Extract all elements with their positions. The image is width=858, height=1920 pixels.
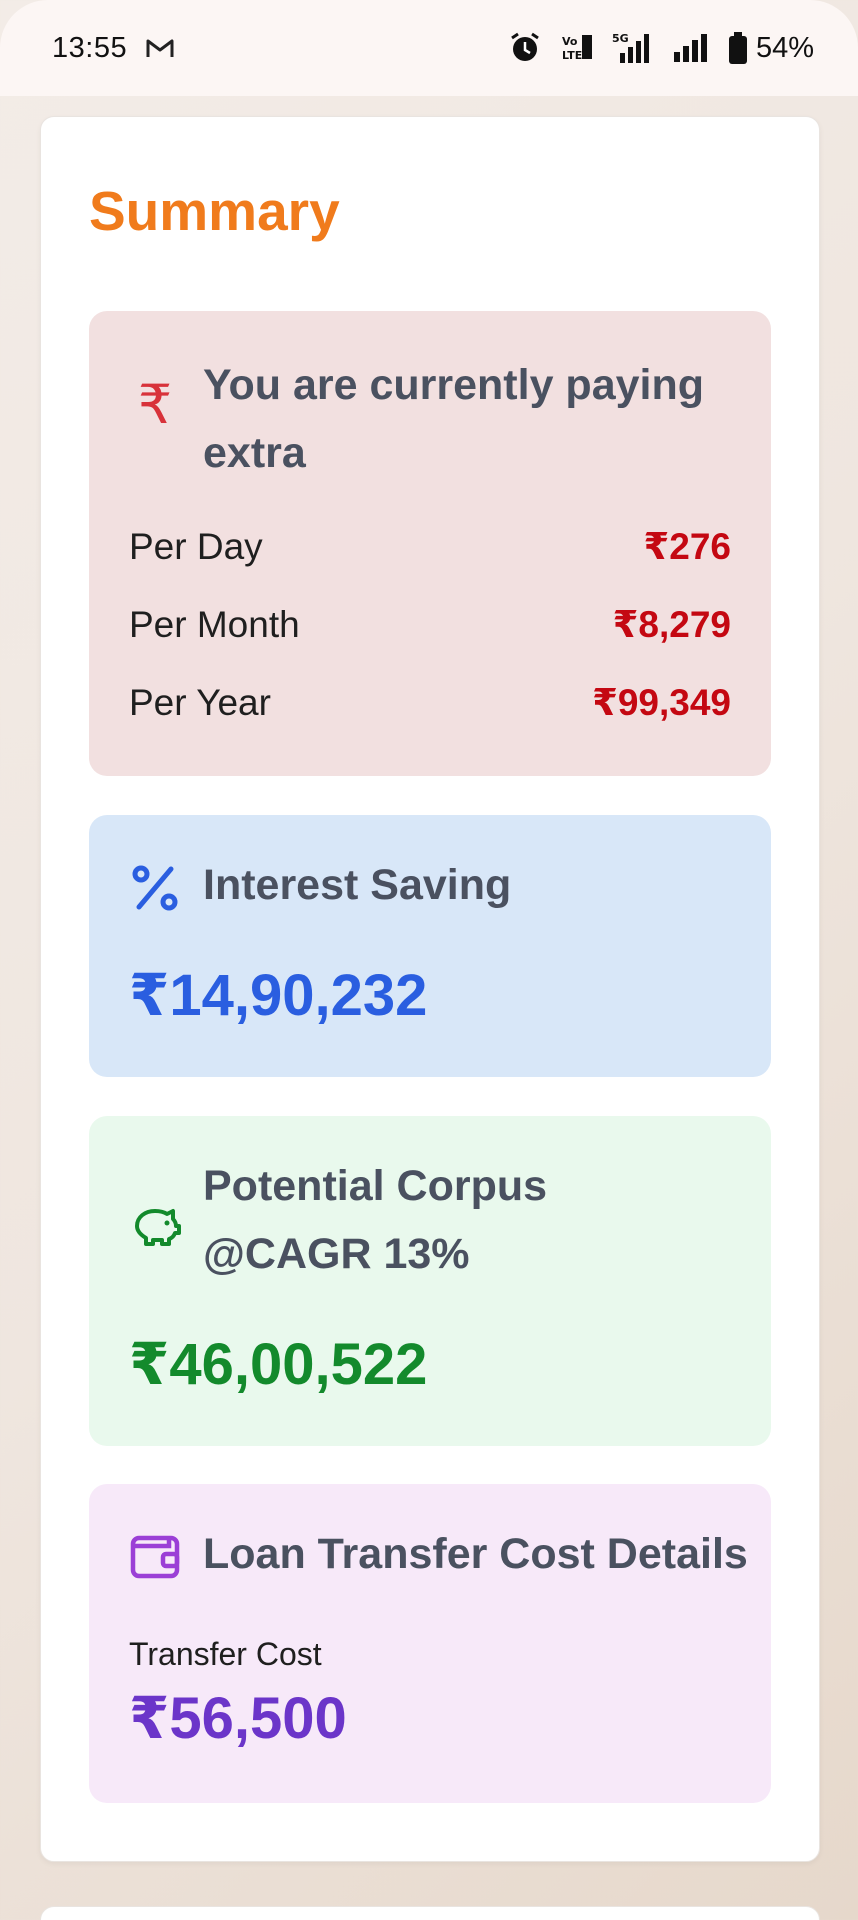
percent-icon	[129, 863, 181, 913]
transfer-cost-label: Transfer Cost	[129, 1636, 322, 1672]
extra-payment-heading: You are currently paying extra	[203, 361, 705, 477]
alarm-icon	[508, 31, 542, 65]
transfer-cost-amount: ₹56,500	[129, 1686, 347, 1751]
transfer-cost-panel: Loan Transfer Cost Details Transfer Cost…	[89, 1484, 771, 1803]
page-title: Summary	[89, 180, 340, 242]
transfer-cost-heading: Loan Transfer Cost Details	[203, 1530, 748, 1578]
battery-icon	[728, 32, 748, 64]
rupee-icon: ₹	[137, 375, 173, 435]
list-item: Per Day ₹276	[129, 525, 731, 568]
summary-card: Summary ₹ You are currently paying extra…	[40, 116, 820, 1862]
battery-percent: 54%	[755, 31, 814, 64]
signal-icon	[672, 32, 710, 64]
list-item: Per Year ₹99,349	[129, 681, 731, 724]
potential-corpus-amount: ₹46,00,522	[129, 1332, 428, 1397]
row-value: ₹99,349	[592, 682, 731, 723]
row-label: Per Month	[129, 603, 300, 645]
status-bar: 13:55 Vo LTE 5G 54%	[0, 0, 858, 96]
svg-text:LTE: LTE	[562, 49, 582, 62]
svg-text:Vo: Vo	[562, 35, 578, 48]
volte-icon: Vo LTE	[560, 33, 594, 63]
interest-saving-amount: ₹14,90,232	[129, 963, 428, 1028]
5g-signal-icon: 5G	[612, 31, 654, 65]
extra-payment-panel: ₹ You are currently paying extra Per Day…	[89, 311, 771, 776]
piggy-bank-icon	[129, 1204, 181, 1248]
potential-corpus-panel: Potential Corpus @CAGR 13% ₹46,00,522	[89, 1116, 771, 1446]
interest-saving-heading: Interest Saving	[203, 861, 512, 909]
status-time: 13:55	[52, 31, 128, 64]
svg-text:5G: 5G	[612, 32, 629, 45]
row-value: ₹8,279	[612, 604, 731, 645]
next-card-edge	[40, 1906, 820, 1920]
wallet-icon	[129, 1530, 181, 1580]
row-value: ₹276	[643, 526, 731, 567]
row-label: Per Year	[129, 681, 271, 723]
list-item: Per Month ₹8,279	[129, 603, 731, 646]
potential-corpus-heading: Potential Corpus @CAGR 13%	[203, 1162, 548, 1278]
row-label: Per Day	[129, 525, 263, 567]
interest-saving-panel: Interest Saving ₹14,90,232	[89, 815, 771, 1077]
gmail-icon	[145, 36, 175, 60]
